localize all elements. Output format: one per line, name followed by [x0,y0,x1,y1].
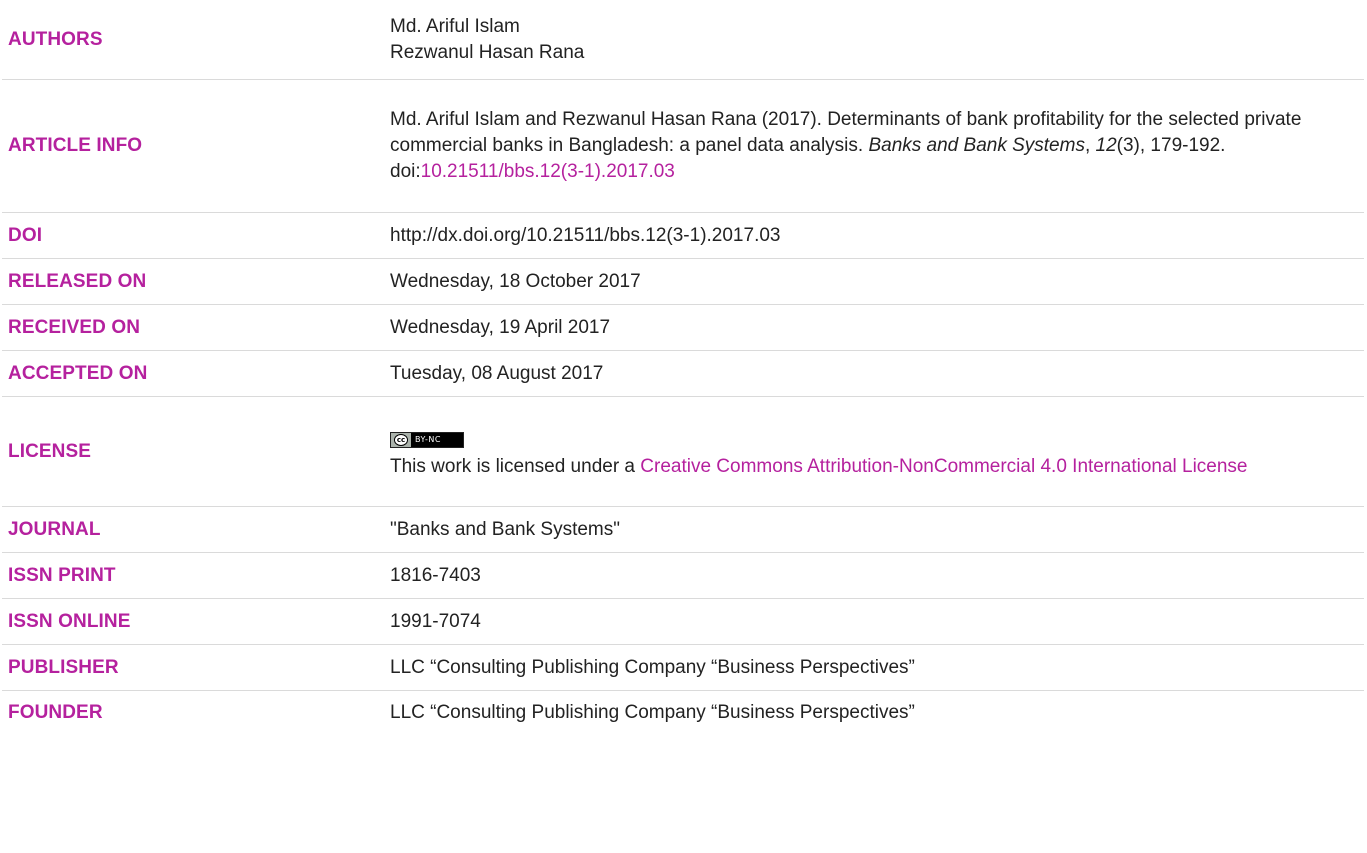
row-license: LICENSE cc BY-NC This work is licensed u… [2,397,1364,507]
license-link[interactable]: Creative Commons Attribution-NonCommerci… [640,456,1247,477]
author-name: Rezwanul Hasan Rana [390,41,585,63]
row-doi: DOI http://dx.doi.org/10.21511/bbs.12(3-… [2,213,1364,259]
citation-doi-link[interactable]: 10.21511/bbs.12(3-1).2017.03 [421,161,675,182]
row-article-info: ARTICLE INFO Md. Ariful Islam and Rezwan… [2,80,1364,213]
released-on-value: Wednesday, 18 October 2017 [390,270,641,292]
row-received-on: RECEIVED ON Wednesday, 19 April 2017 [2,305,1364,351]
journal-value: "Banks and Bank Systems" [390,518,620,540]
accepted-on-value: Tuesday, 08 August 2017 [390,362,604,384]
founder-label: FOUNDER [8,701,103,723]
accepted-on-label: ACCEPTED ON [8,362,148,384]
row-founder: FOUNDER LLC “Consulting Publishing Compa… [2,691,1364,734]
article-info-value: Md. Ariful Islam and Rezwanul Hasan Rana… [390,107,1364,185]
row-released-on: RELEASED ON Wednesday, 18 October 2017 [2,259,1364,305]
doi-value: http://dx.doi.org/10.21511/bbs.12(3-1).2… [390,224,781,246]
founder-value: LLC “Consulting Publishing Company “Busi… [390,701,915,723]
license-text: This work is licensed under a Creative C… [390,454,1364,480]
cc-by-nc-badge-icon[interactable]: cc BY-NC [390,431,464,448]
publisher-label: PUBLISHER [8,656,119,678]
author-name: Md. Ariful Islam [390,15,520,37]
received-on-value: Wednesday, 19 April 2017 [390,316,611,338]
journal-label: JOURNAL [8,518,101,540]
authors-value: Md. Ariful Islam Rezwanul Hasan Rana [390,14,1364,66]
license-value: cc BY-NC This work is licensed under a C… [390,424,1364,480]
license-prefix: This work is licensed under a [390,455,641,477]
received-on-label: RECEIVED ON [8,316,141,338]
article-info-table: AUTHORS Md. Ariful Islam Rezwanul Hasan … [2,0,1364,734]
issn-print-value: 1816-7403 [390,564,481,586]
row-issn-online: ISSN ONLINE 1991-7074 [2,599,1364,645]
released-on-label: RELEASED ON [8,270,147,292]
cc-logo-icon: cc [391,432,411,447]
issn-print-label: ISSN PRINT [8,564,116,586]
doi-label: DOI [8,224,43,246]
citation-comma: , [1084,135,1096,156]
row-accepted-on: ACCEPTED ON Tuesday, 08 August 2017 [2,351,1364,397]
authors-label: AUTHORS [8,28,103,50]
publisher-value: LLC “Consulting Publishing Company “Busi… [390,656,915,678]
row-journal: JOURNAL "Banks and Bank Systems" [2,507,1364,553]
cc-terms-label: BY-NC [411,432,463,447]
row-publisher: PUBLISHER LLC “Consulting Publishing Com… [2,645,1364,691]
citation-journal: Banks and Bank Systems [868,135,1085,156]
citation-volume: 12 [1095,135,1117,156]
article-info-label: ARTICLE INFO [8,135,143,156]
license-label: LICENSE [8,440,92,462]
issn-online-value: 1991-7074 [390,610,481,632]
row-authors: AUTHORS Md. Ariful Islam Rezwanul Hasan … [2,0,1364,80]
row-issn-print: ISSN PRINT 1816-7403 [2,553,1364,599]
issn-online-label: ISSN ONLINE [8,610,131,632]
